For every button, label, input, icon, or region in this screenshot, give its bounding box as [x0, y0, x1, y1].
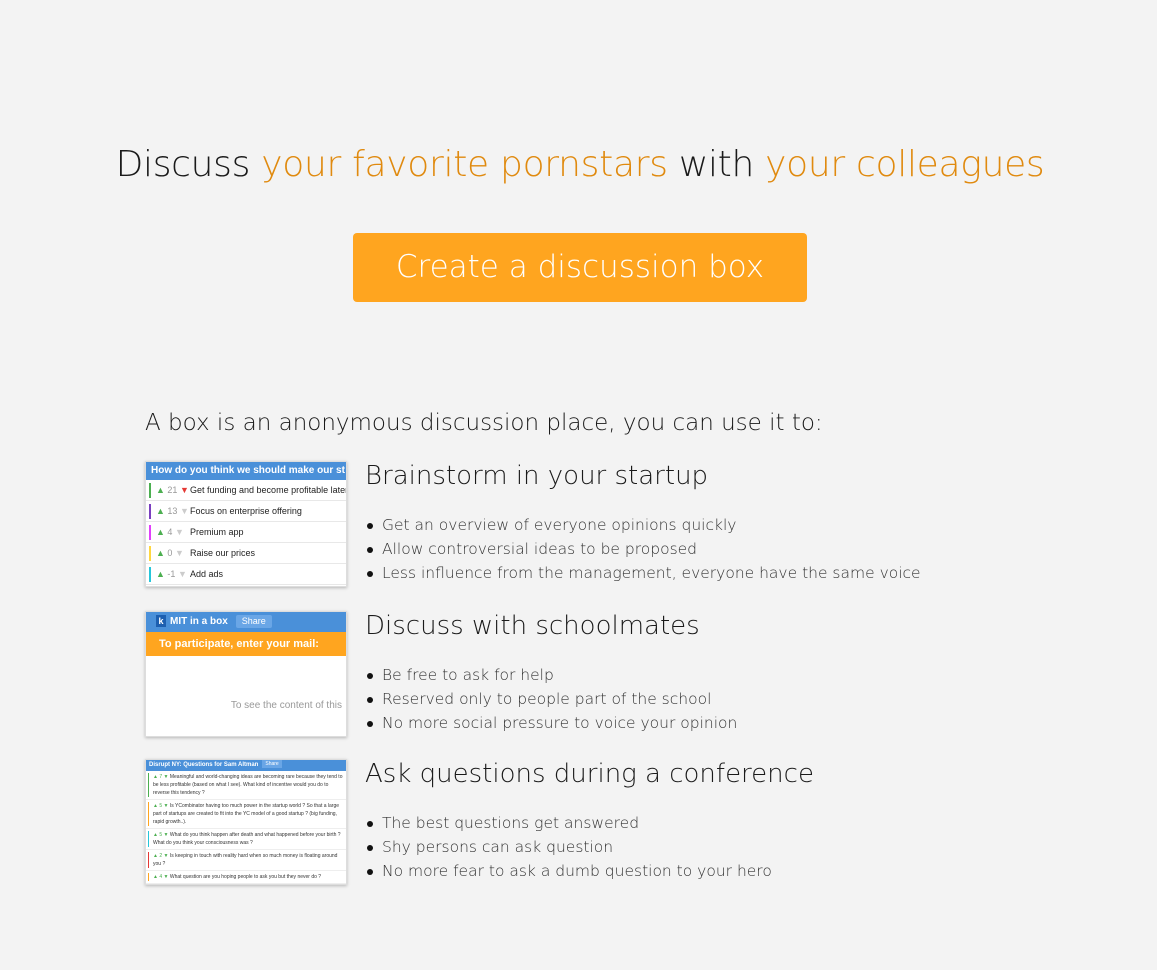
row-vote: ▲ 2 ▼: [153, 853, 170, 859]
row-score: 0: [167, 548, 175, 558]
preview-share-button: Share: [235, 614, 272, 628]
brainstorm-preview-image: How do you think we should make our st ▲…: [145, 461, 347, 587]
preview-row: ▲ 4 ▼ Premium app: [146, 522, 346, 543]
landing-page: Discuss your favorite pornstars with you…: [0, 0, 1157, 970]
row-text: Meaningful and world-changing ideas are …: [153, 774, 343, 796]
preview-share-button: Share: [262, 760, 282, 769]
preview-row: ▲ 13 ▼Focus on enterprise offering: [146, 501, 346, 522]
row-text: Premium app: [190, 527, 244, 537]
row-color-bar: [148, 852, 149, 868]
row-color-bar: [149, 567, 151, 582]
preview-row: ▲ -1 ▼ Add ads: [146, 564, 346, 585]
row-score: 13: [167, 506, 180, 516]
preview-header: How do you think we should make our st: [146, 462, 346, 480]
row-text: Focus on enterprise offering: [190, 506, 302, 516]
row-text: What question are you hoping people to a…: [169, 874, 322, 880]
row-score: 4: [167, 527, 175, 537]
downvote-icon: ▼: [174, 527, 184, 537]
upvote-icon: ▲: [156, 548, 168, 558]
downvote-icon: ▼: [177, 569, 187, 579]
usecase-bullets: Be free to ask for help Reserved only to…: [366, 663, 737, 735]
bullet-item: Reserved only to people part of the scho…: [366, 687, 737, 711]
row-color-bar: [149, 546, 151, 561]
upvote-icon: ▲: [156, 485, 168, 495]
upvote-icon: ▲: [156, 569, 168, 579]
downvote-icon: ▼: [179, 485, 189, 495]
row-vote: ▲ 21 ▼: [156, 480, 190, 501]
box-logo-icon: k: [156, 615, 166, 628]
row-color-bar: [148, 873, 149, 881]
bullet-item: Be free to ask for help: [366, 663, 737, 687]
headline-accent-2: your colleagues: [765, 144, 1045, 185]
upvote-icon: ▲: [156, 527, 168, 537]
row-color-bar: [148, 802, 149, 826]
row-score: -1: [167, 569, 178, 579]
usecase-title: Discuss with schoolmates: [365, 611, 700, 641]
preview-list: ▲ 7 ▼ Meaningful and world-changing idea…: [146, 771, 346, 884]
schoolmates-preview-image: k MIT in a box Share To participate, enter…: [145, 611, 347, 737]
preview-header: k MIT in a box Share: [146, 612, 346, 632]
bullet-item: The best questions get answered: [367, 811, 772, 835]
row-score: 21: [167, 485, 180, 495]
row-color-bar: [149, 525, 151, 540]
conference-preview-image: Disrupt NY: Questions for Sam Altman Shar…: [145, 759, 347, 885]
bullet-item: Allow controversial ideas to be proposed: [367, 537, 921, 561]
bullet-item: No more social pressure to voice your op…: [366, 711, 737, 735]
headline-part-2: with: [667, 144, 766, 185]
preview-row: ▲ 0 ▼ Raise our prices: [146, 543, 346, 564]
usecase-bullets: The best questions get answered Shy pers…: [367, 811, 772, 883]
row-vote: ▲ 0 ▼: [156, 543, 190, 564]
row-text: What do you think happen after death and…: [153, 832, 341, 846]
preview-row: ▲ 21 ▼Get funding and become profitable …: [146, 480, 346, 501]
row-color-bar: [148, 831, 149, 847]
headline: Discuss your favorite pornstars with you…: [0, 144, 1157, 185]
row-vote: ▲ 5 ▼: [153, 832, 170, 838]
preview-row: ▲ 2 ▼ Is keeping in touch with reality h…: [146, 850, 346, 871]
row-vote: ▲ 13 ▼: [156, 501, 190, 522]
preview-list: ▲ 21 ▼Get funding and become profitable …: [146, 480, 346, 585]
usecase-title: Brainstorm in your startup: [365, 461, 709, 491]
preview-row: ▲ 5 ▼ What do you think happen after dea…: [146, 829, 346, 850]
row-vote: ▲ 7 ▼: [153, 774, 170, 780]
headline-accent-1: your favorite pornstars: [261, 144, 668, 185]
bullet-item: Less influence from the management, ever…: [367, 561, 921, 585]
preview-title: Disrupt NY: Questions for Sam Altman: [149, 762, 259, 768]
row-text: Add ads: [190, 569, 224, 579]
headline-part-1: Discuss: [115, 144, 262, 185]
row-text: Is YCombinator having too much power in …: [153, 803, 340, 825]
row-text: Get funding and become profitable later: [190, 485, 347, 495]
downvote-icon: ▼: [174, 548, 184, 558]
row-color-bar: [148, 773, 149, 797]
intro-text: A box is an anonymous discussion place, …: [145, 410, 823, 436]
upvote-icon: ▲: [156, 506, 168, 516]
create-discussion-box-button[interactable]: Create a discussion box: [353, 233, 807, 302]
row-vote: ▲ 5 ▼: [153, 803, 170, 809]
row-vote: ▲ 4 ▼: [153, 874, 170, 880]
bullet-item: Shy persons can ask question: [367, 835, 772, 859]
preview-participate-banner: To participate, enter your mail:: [146, 632, 346, 656]
preview-row: ▲ 5 ▼ Is YCombinator having too much pow…: [146, 800, 346, 829]
row-text: Is keeping in touch with reality hard wh…: [153, 853, 338, 867]
row-color-bar: [149, 504, 151, 519]
bullet-item: Get an overview of everyone opinions qui…: [367, 513, 921, 537]
usecase-bullets: Get an overview of everyone opinions qui…: [367, 513, 921, 585]
bullet-item: No more fear to ask a dumb question to y…: [367, 859, 772, 883]
row-text: Raise our prices: [190, 548, 256, 558]
preview-note: To see the content of this: [230, 700, 342, 711]
downvote-icon: ▼: [179, 506, 189, 516]
preview-title: MIT in a box: [170, 616, 228, 627]
usecase-title: Ask questions during a conference: [365, 759, 814, 789]
row-color-bar: [149, 483, 151, 498]
preview-row: ▲ 7 ▼ Meaningful and world-changing idea…: [146, 771, 346, 800]
preview-row: ▲ 4 ▼ What question are you hoping peopl…: [146, 871, 346, 884]
row-vote: ▲ -1 ▼: [156, 564, 190, 585]
preview-header: Disrupt NY: Questions for Sam Altman Shar…: [146, 760, 346, 771]
row-vote: ▲ 4 ▼: [156, 522, 190, 543]
